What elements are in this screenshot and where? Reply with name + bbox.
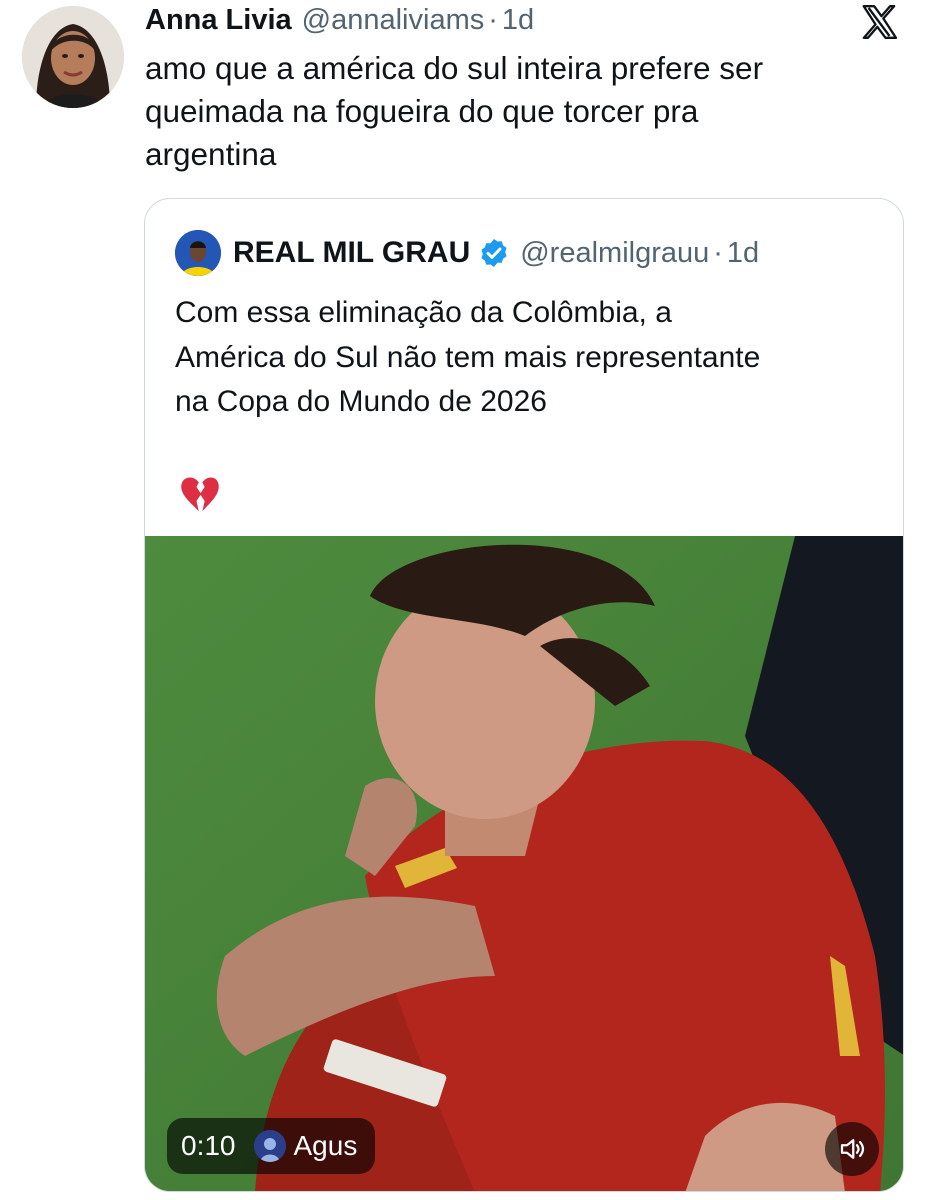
- uploader-avatar: [253, 1130, 286, 1162]
- tweet-header: Anna Livia @annaliviams · 1d: [145, 3, 534, 37]
- quoted-tweet-card[interactable]: REAL MIL GRAU @realmilgrauu · 1d Com ess…: [144, 198, 904, 1192]
- quoted-author-avatar[interactable]: [175, 230, 221, 276]
- quoted-tweet-header: REAL MIL GRAU @realmilgrauu · 1d: [175, 230, 759, 276]
- quoted-author-handle[interactable]: @realmilgrauu: [520, 237, 709, 270]
- author-avatar-image: [22, 6, 124, 108]
- video-duration: 0:10: [181, 1130, 236, 1161]
- video-info-pill: 0:10 Agus: [167, 1118, 376, 1174]
- mute-toggle-button[interactable]: [825, 1122, 879, 1176]
- tweet-text: amo que a américa do sul inteira prefere…: [145, 50, 764, 172]
- separator-dot: ·: [488, 3, 498, 36]
- verified-badge-icon: [481, 239, 507, 267]
- quoted-separator-dot: ·: [713, 236, 723, 269]
- author-name[interactable]: Anna Livia: [145, 4, 292, 37]
- speaker-muted-icon: [840, 1139, 865, 1159]
- x-logo-icon: [860, 2, 900, 42]
- video-player[interactable]: 0:10 Agus: [145, 536, 903, 1191]
- uploader-name: Agus: [293, 1130, 358, 1161]
- broken-heart-icon: [181, 477, 219, 512]
- author-avatar[interactable]: [22, 6, 124, 108]
- quoted-author-name[interactable]: REAL MIL GRAU: [233, 236, 470, 270]
- tweet-timestamp[interactable]: 1d: [502, 4, 534, 37]
- quoted-tweet-text: Com essa eliminação da Colômbia, a Améri…: [175, 296, 761, 418]
- quoted-tweet-timestamp[interactable]: 1d: [727, 237, 759, 270]
- video-frame: [145, 536, 903, 1191]
- author-handle[interactable]: @annaliviams: [302, 4, 485, 37]
